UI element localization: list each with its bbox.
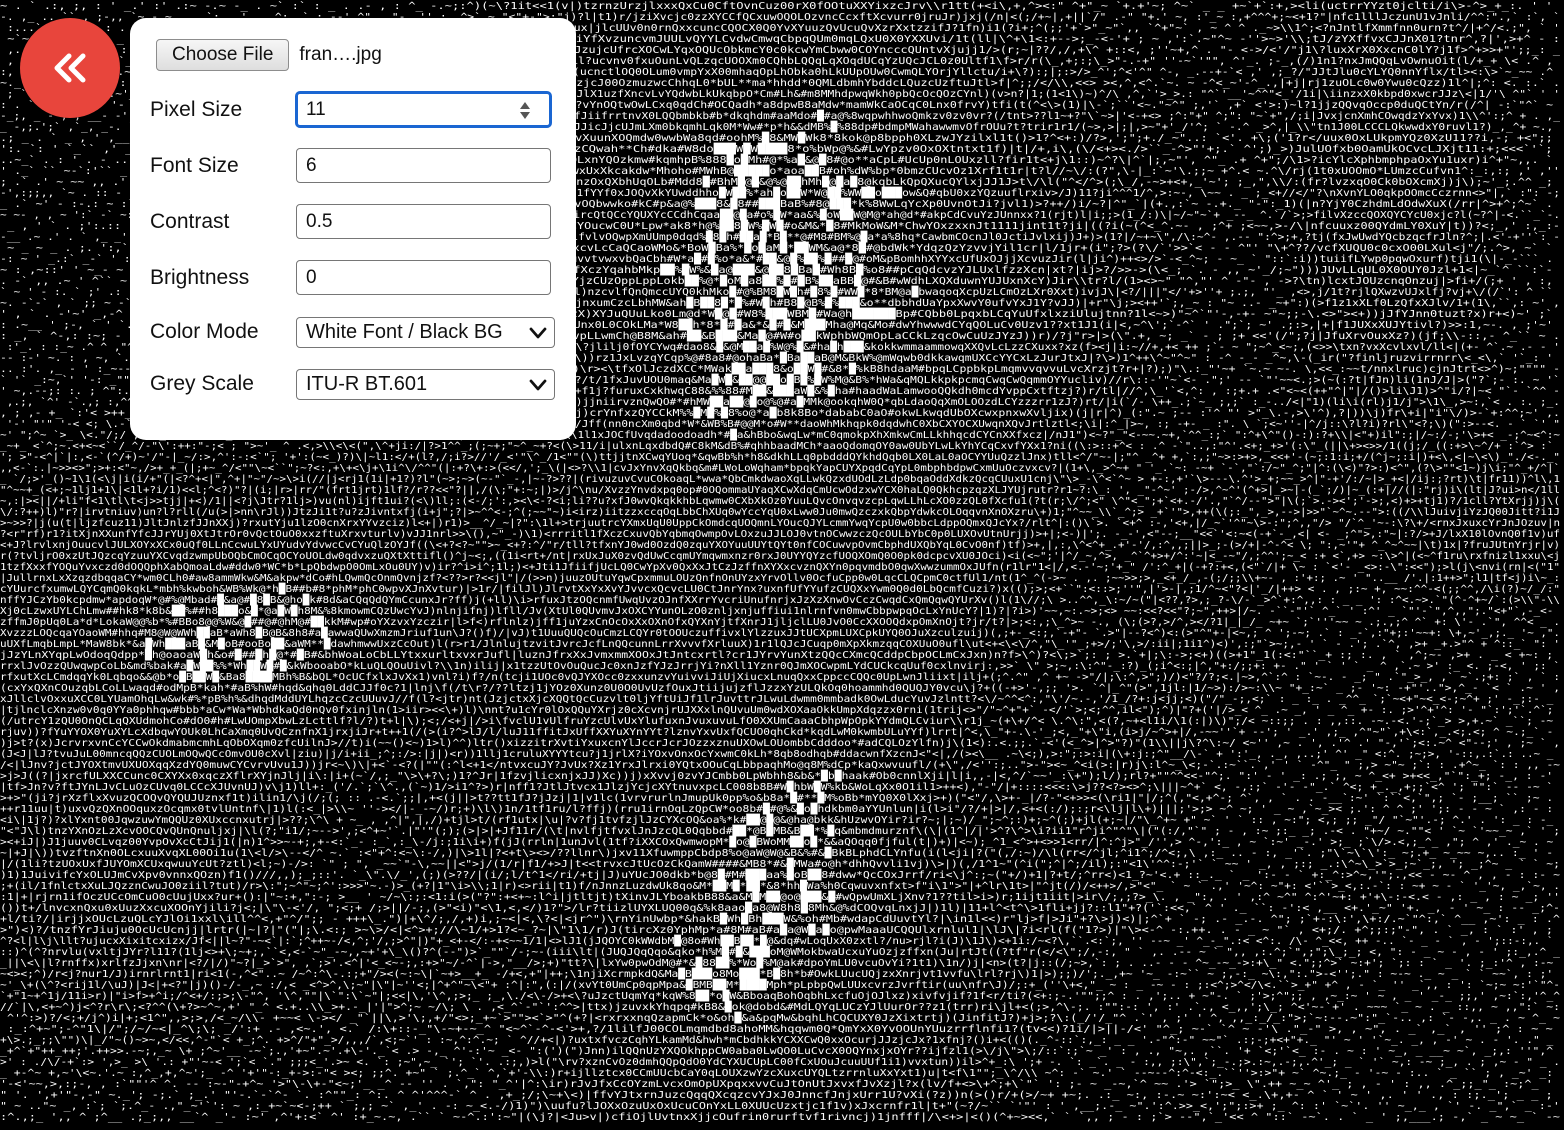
grey-scale-label: Grey Scale <box>150 372 254 395</box>
double-chevron-left-icon <box>54 53 86 83</box>
pixel-size-stepper[interactable] <box>514 97 536 123</box>
collapse-panel-button[interactable] <box>20 18 120 118</box>
selected-file-name: fran….jpg <box>299 44 382 65</box>
color-mode-select[interactable]: White Font / Black BG <box>296 317 555 348</box>
chevron-down-icon <box>529 379 547 391</box>
color-mode-label: Color Mode <box>150 320 259 343</box>
brightness-label: Brightness <box>150 266 250 289</box>
color-mode-value: White Font / Black BG <box>306 321 503 343</box>
contrast-label: Contrast <box>150 210 230 233</box>
pixel-size-label: Pixel Size <box>150 98 243 121</box>
font-size-input[interactable] <box>296 148 551 183</box>
font-size-label: Font Size <box>150 154 239 177</box>
brightness-input[interactable] <box>296 260 551 295</box>
grey-scale-select[interactable]: ITU-R BT.601 <box>296 369 555 400</box>
settings-panel: Choose File fran….jpg Pixel Size Font Si… <box>130 18 576 440</box>
stepper-up-icon[interactable] <box>520 101 530 109</box>
chevron-down-icon <box>529 327 547 339</box>
grey-scale-value: ITU-R BT.601 <box>306 373 428 395</box>
pixel-size-input[interactable] <box>296 92 551 127</box>
contrast-input[interactable] <box>296 204 551 239</box>
stepper-down-icon[interactable] <box>520 111 530 119</box>
file-picker: Choose File fran….jpg <box>156 39 382 71</box>
choose-file-button[interactable]: Choose File <box>156 39 290 71</box>
